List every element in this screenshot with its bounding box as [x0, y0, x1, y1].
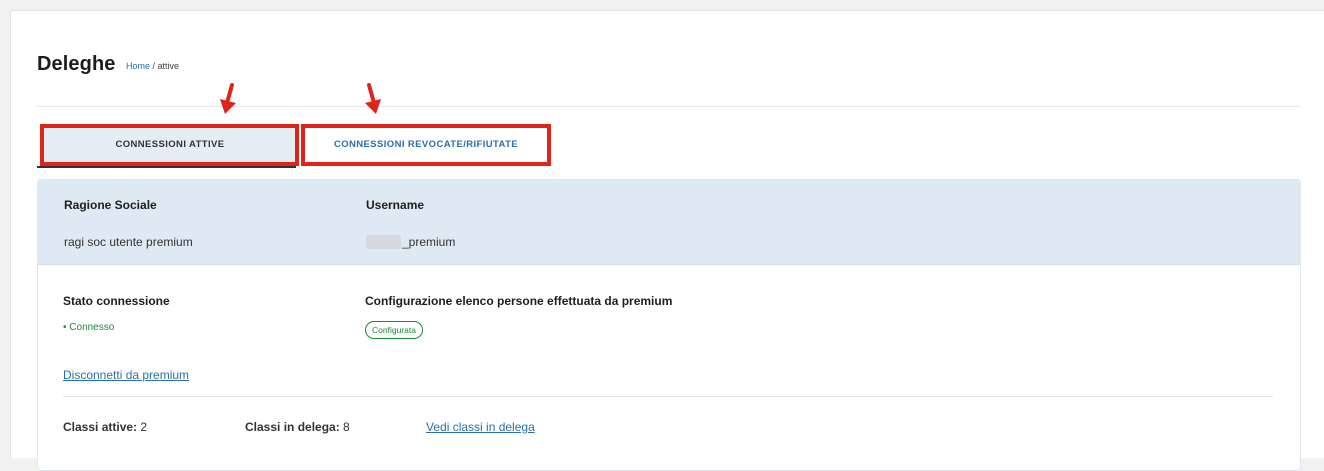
classi-attive-label: Classi attive: [63, 420, 138, 434]
classi-attive: Classi attive: 2 [63, 420, 147, 434]
page-title: Deleghe [37, 53, 116, 75]
section-divider [63, 396, 1273, 397]
status-connected: • Connesso [63, 322, 115, 333]
connection-card: Ragione Sociale ragi soc utente premium … [37, 179, 1301, 471]
configurazione-label: Configurazione elenco persone effettuata… [365, 294, 673, 308]
username-label: Username [366, 198, 425, 212]
vedi-classi-link[interactable]: Vedi classi in delega [426, 420, 535, 434]
tab-connessioni-revocate-rifiutate[interactable]: CONNESSIONI REVOCATE/RIFIUTATE [303, 126, 549, 163]
breadcrumb: Home / attive [126, 61, 179, 71]
stato-connessione-label: Stato connessione [63, 294, 170, 308]
page: Deleghe Home / attive CONNESSIONI ATTIVE… [10, 10, 1324, 471]
active-tab-indicator [37, 166, 296, 168]
disconnect-link[interactable]: Disconnetti da premium [63, 368, 189, 382]
annotation-arrow-icon [220, 83, 236, 114]
breadcrumb-separator: / [150, 61, 158, 71]
annotation-arrow-icon [365, 83, 381, 114]
card-header [38, 180, 1300, 265]
classi-delega-value: 8 [343, 420, 350, 434]
redacted-block [366, 235, 401, 249]
ragione-sociale-label: Ragione Sociale [64, 198, 157, 212]
breadcrumb-current: attive [157, 61, 180, 71]
breadcrumb-home-link[interactable]: Home [126, 61, 150, 71]
ragione-sociale-value: ragi soc utente premium [64, 235, 193, 249]
tab-connessioni-attive[interactable]: CONNESSIONI ATTIVE [42, 126, 298, 163]
username-value: _premium [402, 235, 456, 249]
configurata-badge: Configurata [365, 321, 423, 339]
classi-delega-label: Classi in delega: [245, 420, 340, 434]
classi-attive-value: 2 [140, 420, 148, 434]
classi-in-delega: Classi in delega: 8 [245, 420, 350, 434]
